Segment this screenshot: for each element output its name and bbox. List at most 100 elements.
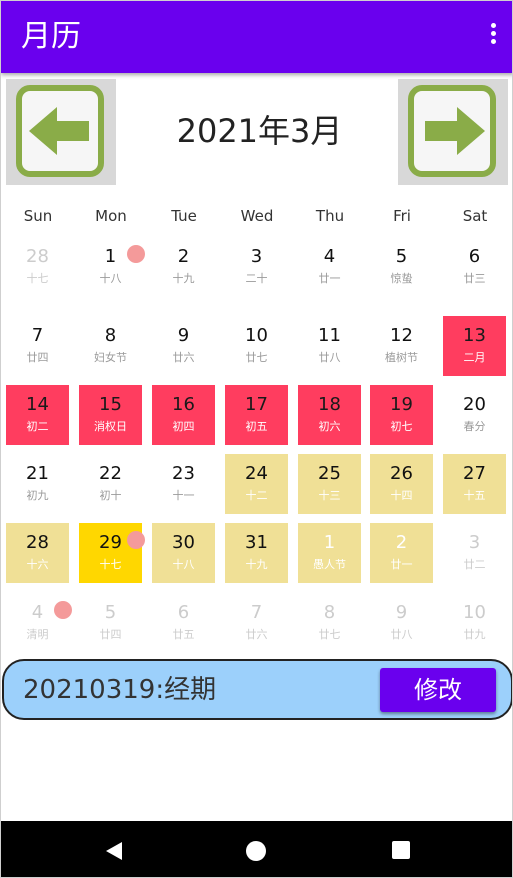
lunar-date: 二十 xyxy=(245,272,268,285)
day-number: 9 xyxy=(177,325,190,346)
lunar-date: 初十 xyxy=(99,489,122,502)
day-number: 5 xyxy=(395,246,408,267)
weekday-label: Sun xyxy=(23,207,53,225)
calendar-day[interactable]: 13 二月 xyxy=(443,316,506,376)
lunar-date: 廿七 xyxy=(318,628,341,641)
day-number: 11 xyxy=(318,325,341,346)
lunar-date: 十五 xyxy=(463,489,486,502)
recents-square-icon[interactable] xyxy=(392,841,410,859)
edit-button[interactable]: 修改 xyxy=(380,668,496,712)
calendar-day[interactable]: 30 十八 xyxy=(152,523,215,583)
calendar-day[interactable]: 25 十三 xyxy=(298,454,361,514)
day-number: 3 xyxy=(468,532,481,553)
day-number: 12 xyxy=(390,325,413,346)
calendar-day[interactable]: 3 廿二 xyxy=(443,523,506,583)
note-bar: 20210319:经期 修改 xyxy=(2,659,512,720)
lunar-date: 十六 xyxy=(26,558,49,571)
calendar-day[interactable]: 19 初七 xyxy=(370,385,433,445)
weekday-label: Tue xyxy=(171,207,197,225)
calendar-day[interactable]: 2 廿一 xyxy=(370,523,433,583)
lunar-date: 廿五 xyxy=(172,628,195,641)
day-number: 20 xyxy=(463,394,486,415)
calendar-day[interactable]: 24 十二 xyxy=(225,454,288,514)
lunar-date: 愚人节 xyxy=(313,558,346,571)
calendar-day[interactable]: 2 十九 xyxy=(152,237,215,297)
day-number: 30 xyxy=(172,532,195,553)
lunar-date: 十七 xyxy=(99,558,122,571)
day-number: 4 xyxy=(323,246,336,267)
lunar-date: 十二 xyxy=(245,489,268,502)
next-month-button[interactable] xyxy=(398,79,508,185)
month-title: 2021年3月 xyxy=(176,112,343,150)
lunar-date: 廿一 xyxy=(390,558,413,571)
marker-dot xyxy=(127,531,145,549)
calendar-day[interactable]: 1 愚人节 xyxy=(298,523,361,583)
calendar-day[interactable]: 6 廿五 xyxy=(152,593,215,653)
calendar-day[interactable]: 9 廿八 xyxy=(370,593,433,653)
marker-dot xyxy=(54,601,72,619)
calendar-day[interactable]: 16 初四 xyxy=(152,385,215,445)
calendar-day[interactable]: 17 初五 xyxy=(225,385,288,445)
lunar-date: 妇女节 xyxy=(94,351,127,364)
lunar-date: 春分 xyxy=(463,420,486,433)
calendar-day[interactable]: 10 廿九 xyxy=(443,593,506,653)
calendar-day[interactable]: 27 十五 xyxy=(443,454,506,514)
day-number: 23 xyxy=(172,463,195,484)
lunar-date: 廿一 xyxy=(318,272,341,285)
day-number: 7 xyxy=(31,325,44,346)
calendar-day[interactable]: 28 十七 xyxy=(6,237,69,297)
calendar-day[interactable]: 5 惊蛰 xyxy=(370,237,433,297)
lunar-date: 廿九 xyxy=(463,628,486,641)
lunar-date: 十八 xyxy=(172,558,195,571)
app-title: 月历 xyxy=(21,19,81,54)
calendar-day[interactable]: 22 初十 xyxy=(79,454,142,514)
calendar-day[interactable]: 10 廿七 xyxy=(225,316,288,376)
lunar-date: 初四 xyxy=(172,420,195,433)
back-triangle-icon[interactable] xyxy=(104,841,124,861)
calendar-day[interactable]: 21 初九 xyxy=(6,454,69,514)
lunar-date: 十三 xyxy=(318,489,341,502)
day-number: 19 xyxy=(390,394,413,415)
calendar-day[interactable]: 18 初六 xyxy=(298,385,361,445)
calendar-day[interactable]: 12 植树节 xyxy=(370,316,433,376)
arrow-right-icon xyxy=(425,107,485,155)
prev-month-button[interactable] xyxy=(6,79,116,185)
lunar-date: 廿八 xyxy=(318,351,341,364)
day-number: 25 xyxy=(318,463,341,484)
calendar-day[interactable]: 5 廿四 xyxy=(79,593,142,653)
marker-dot xyxy=(127,245,145,263)
system-nav-bar xyxy=(1,821,512,877)
weekday-label: Thu xyxy=(315,207,345,225)
calendar-day[interactable]: 7 廿四 xyxy=(6,316,69,376)
calendar-day[interactable]: 9 廿六 xyxy=(152,316,215,376)
calendar-day[interactable]: 31 十九 xyxy=(225,523,288,583)
calendar-day[interactable]: 11 廿八 xyxy=(298,316,361,376)
lunar-date: 初二 xyxy=(26,420,49,433)
calendar-day[interactable]: 20 春分 xyxy=(443,385,506,445)
calendar-day[interactable]: 28 十六 xyxy=(6,523,69,583)
lunar-date: 廿六 xyxy=(245,628,268,641)
app-screen: 月历 2021年3月 Sun Mon Tue Wed Thu Fri Sat 2… xyxy=(0,0,513,878)
calendar-day[interactable]: 4 廿一 xyxy=(298,237,361,297)
calendar-day[interactable]: 14 初二 xyxy=(6,385,69,445)
more-vert-icon[interactable] xyxy=(486,23,500,51)
day-number: 22 xyxy=(99,463,122,484)
calendar-day[interactable]: 8 妇女节 xyxy=(79,316,142,376)
day-number: 10 xyxy=(463,602,486,623)
note-text: 20210319:经期 xyxy=(23,675,217,705)
home-circle-icon[interactable] xyxy=(246,841,266,861)
calendar-day[interactable]: 6 廿三 xyxy=(443,237,506,297)
lunar-date: 初九 xyxy=(26,489,49,502)
lunar-date: 十八 xyxy=(99,272,122,285)
calendar-day[interactable]: 3 二十 xyxy=(225,237,288,297)
day-number: 9 xyxy=(395,602,408,623)
calendar-day[interactable]: 15 消权日 xyxy=(79,385,142,445)
lunar-date: 十一 xyxy=(172,489,195,502)
calendar-day[interactable]: 8 廿七 xyxy=(298,593,361,653)
lunar-date: 初五 xyxy=(245,420,268,433)
calendar-day[interactable]: 26 十四 xyxy=(370,454,433,514)
lunar-date: 植树节 xyxy=(385,351,418,364)
lunar-date: 廿四 xyxy=(26,351,49,364)
calendar-day[interactable]: 23 十一 xyxy=(152,454,215,514)
calendar-day[interactable]: 7 廿六 xyxy=(225,593,288,653)
